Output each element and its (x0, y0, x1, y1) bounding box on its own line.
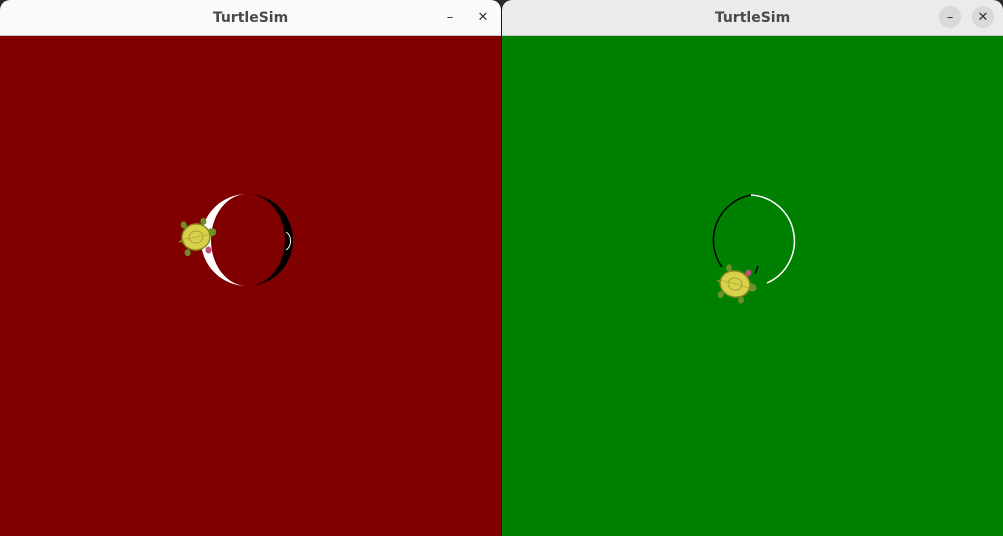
title-bar[interactable]: TurtleSim – ✕ (502, 0, 1003, 36)
close-icon[interactable]: ✕ (972, 6, 994, 28)
turtlesim-window-2: TurtleSim – ✕ (502, 0, 1003, 536)
minimize-icon[interactable]: – (939, 6, 961, 28)
title-bar[interactable]: TurtleSim – ✕ (0, 0, 501, 36)
close-icon[interactable]: ✕ (472, 6, 494, 28)
turtle-canvas (0, 36, 501, 536)
minimize-icon[interactable]: – (439, 6, 461, 28)
turtlesim-window-1: TurtleSim – ✕ (0, 0, 501, 536)
canvas-background (0, 36, 501, 536)
window-title: TurtleSim (714, 9, 791, 26)
window-title: TurtleSim (212, 9, 289, 26)
turtle-canvas (502, 36, 1003, 536)
